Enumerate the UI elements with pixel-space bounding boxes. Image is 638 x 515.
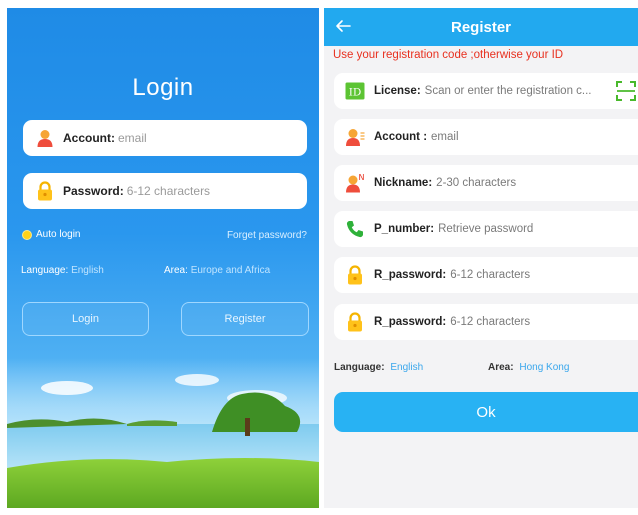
area-label: Area: [164,265,188,276]
language-value: English [390,362,424,373]
password-input[interactable]: Password: 6-12 characters [23,173,307,209]
scan-icon[interactable] [616,81,636,101]
password-label: R_password: [374,269,447,281]
account-placeholder: email [118,131,147,145]
language-label: Language: [334,362,385,373]
confirm-password-placeholder: 6-12 characters [450,316,531,328]
svg-text:ID: ID [349,87,362,99]
area-label: Area: [488,362,514,373]
auto-login-toggle[interactable]: Auto login [22,229,80,240]
nickname-input[interactable]: N Nickname: 2-30 characters [334,165,638,201]
login-button[interactable]: Login [22,302,149,336]
password-placeholder: 6-12 characters [126,184,211,198]
auto-login-label: Auto login [36,229,81,240]
nickname-label: Nickname: [374,177,433,189]
scenery-image [7,358,319,508]
language-selector[interactable]: Language: English [334,362,423,373]
register-screen: Register Use your registration code ;oth… [324,8,638,508]
user-n-icon: N [345,173,365,193]
language-label: Language: [21,265,69,276]
password-input[interactable]: R_password: 6-12 characters [334,257,638,293]
area-value: Hong Kong [519,362,570,373]
account-input[interactable]: Account: email [23,120,307,156]
radio-icon [22,229,32,240]
phone-input[interactable]: P_number: Retrieve password [334,211,638,247]
license-placeholder: Scan or enter the registration c... [424,85,592,97]
confirm-password-input[interactable]: R_password: 6-12 characters [334,304,638,340]
account-placeholder: email [431,131,459,143]
login-title: Login [132,74,194,101]
register-button[interactable]: Register [181,302,309,336]
password-label: Password: [63,184,124,198]
id-card-icon: ID [345,81,365,101]
registration-hint: Use your registration code ;otherwise yo… [333,49,564,61]
register-header: Register [324,8,638,46]
language-selector[interactable]: Language: English [21,265,104,276]
lock-icon [345,265,365,285]
account-label: Account: [63,131,115,145]
lock-icon [345,312,365,332]
svg-text:N: N [359,173,365,182]
account-label: Account : [374,131,428,143]
user-icon [35,128,55,148]
phone-icon [345,219,365,239]
password-placeholder: 6-12 characters [450,269,531,281]
area-value: Europe and Africa [190,265,271,276]
forget-password-link[interactable]: Forget password? [227,230,307,241]
login-screen: Login Account: email Password: 6-12 char… [7,8,319,508]
confirm-password-label: R_password: [374,316,447,328]
register-title: Register [450,19,512,36]
license-label: License: [374,85,421,97]
nickname-placeholder: 2-30 characters [436,177,517,189]
language-value: English [71,265,104,276]
ok-button[interactable]: Ok [334,392,638,432]
lock-icon [35,181,55,201]
account-input[interactable]: Account : email [334,119,638,155]
phone-placeholder: Retrieve password [438,223,534,235]
area-selector[interactable]: Area: Hong Kong [488,362,569,373]
license-input[interactable]: ID License: Scan or enter the registrati… [334,73,638,109]
area-selector[interactable]: Area: Europe and Africa [164,265,270,276]
user-icon [345,127,365,147]
phone-label: P_number: [374,223,435,235]
